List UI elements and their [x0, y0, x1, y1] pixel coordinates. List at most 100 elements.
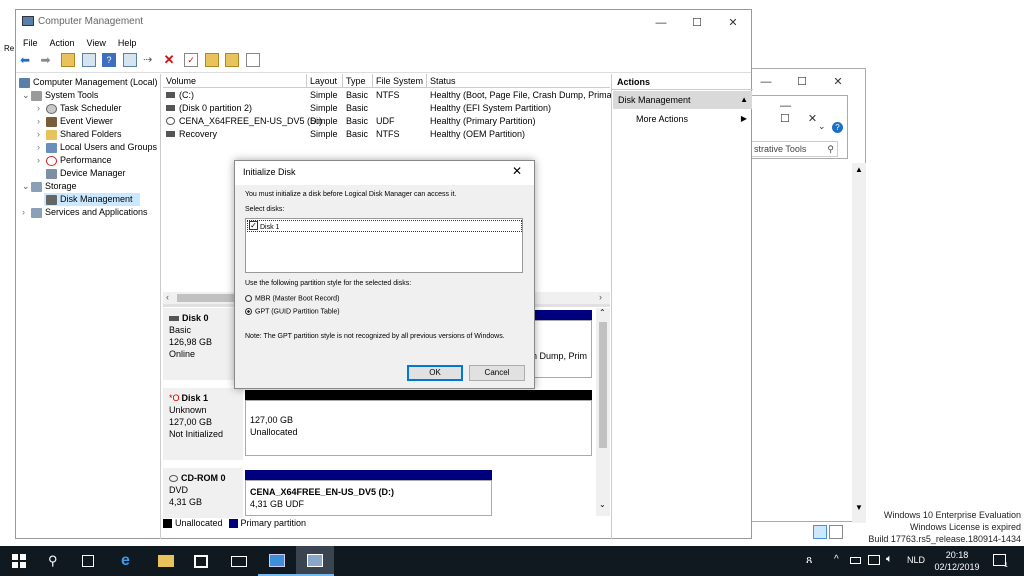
help-icon[interactable]: ?	[832, 122, 843, 133]
tree-item-performance[interactable]: › Performance	[37, 154, 112, 167]
start-windows-icon[interactable]	[12, 554, 26, 568]
search-icon[interactable]: ⚲	[48, 553, 64, 569]
check-icon[interactable]: ✓	[184, 53, 199, 67]
tree-item-system-tools[interactable]: ⌄ System Tools	[22, 89, 98, 102]
chevron-down-icon[interactable]: ⌄	[818, 121, 826, 132]
more-actions-item[interactable]: More Actions ▶	[613, 111, 752, 127]
close-button[interactable]: ✕	[715, 16, 751, 29]
background-scrollbar[interactable]: ▲ ▼	[852, 163, 866, 523]
mail-icon[interactable]	[231, 556, 247, 567]
menu-action[interactable]: Action	[50, 38, 75, 48]
chevron-down-icon[interactable]: ⌄	[22, 89, 31, 102]
properties-icon[interactable]	[122, 53, 137, 67]
connect-icon[interactable]: ⇢	[143, 53, 157, 67]
background-window-1-controls[interactable]: — ☐ ✕	[748, 75, 866, 88]
volume-row[interactable]: (Disk 0 partition 2) Simple Basic Health…	[163, 102, 610, 115]
disk-map-scrollbar[interactable]: ⌃ ⌄	[596, 308, 610, 516]
back-icon[interactable]: ⬅	[20, 53, 34, 67]
up-folder-icon[interactable]	[61, 53, 76, 67]
disk-0-label[interactable]: Disk 0 Basic 126,98 GB Online	[163, 308, 243, 380]
tree-item-services[interactable]: › Services and Applications	[22, 206, 148, 219]
collapse-icon[interactable]: ▲	[740, 91, 748, 109]
show-hidden-icons[interactable]: ^	[834, 554, 839, 565]
help-book-icon[interactable]: ?	[102, 53, 117, 67]
disk-1-label[interactable]: *O Disk 1 Unknown 127,00 GB Not Initializ…	[163, 388, 243, 460]
file-explorer-icon[interactable]	[158, 555, 174, 567]
maximize-button[interactable]: ☐	[679, 16, 715, 29]
task-view-icon[interactable]	[82, 555, 94, 567]
column-type[interactable]: Type	[343, 74, 373, 88]
disk-checkbox[interactable]: ✓	[249, 221, 258, 230]
menu-view[interactable]: View	[87, 38, 106, 48]
volume-icon[interactable]: 🔈︎	[886, 553, 893, 566]
column-file-system[interactable]: File System	[373, 74, 427, 88]
disk-selection-list[interactable]: ✓ Disk 1	[245, 218, 523, 273]
tree-item-local-users[interactable]: › Local Users and Groups	[37, 141, 157, 154]
maximize-icon[interactable]: ☐	[784, 75, 820, 88]
menu-help[interactable]: Help	[118, 38, 137, 48]
chevron-right-icon[interactable]: ›	[37, 154, 46, 167]
tree-item-device-manager[interactable]: Device Manager	[46, 167, 126, 180]
cdrom-label[interactable]: CD-ROM 0 DVD 4,31 GB	[163, 468, 243, 518]
actions-section-disk-management[interactable]: Disk Management ▲	[613, 91, 752, 109]
scroll-up-icon[interactable]: ▲	[855, 165, 863, 174]
network-icon[interactable]	[868, 555, 880, 565]
minimize-icon[interactable]: —	[748, 76, 784, 88]
chevron-right-icon[interactable]: ›	[22, 206, 31, 219]
view-icon[interactable]	[245, 53, 260, 67]
gpt-option[interactable]: GPT (GUID Partition Table)	[245, 308, 340, 315]
taskbar-app-computer-management[interactable]	[258, 546, 296, 576]
delete-icon[interactable]: ✕	[164, 53, 178, 67]
folder-icon[interactable]	[204, 53, 219, 67]
volume-row[interactable]: CENA_X64FREE_EN-US_DV5 (D:) Simple Basic…	[163, 115, 610, 128]
view-toggle-1[interactable]	[813, 525, 827, 539]
clock[interactable]: 20:18 02/12/2019	[932, 549, 982, 573]
close-icon[interactable]: ✕	[820, 75, 856, 88]
ok-button[interactable]: OK	[407, 365, 463, 381]
column-status[interactable]: Status	[427, 74, 610, 88]
language-indicator[interactable]: NLD	[907, 555, 925, 565]
cancel-button[interactable]: Cancel	[469, 365, 525, 381]
title-bar[interactable]: Computer Management — ☐ ✕	[16, 10, 751, 34]
tree-item-task-scheduler[interactable]: › Task Scheduler	[37, 102, 122, 115]
scroll-thumb[interactable]	[599, 322, 607, 448]
tree-item-computer-management[interactable]: Computer Management (Local)	[19, 76, 158, 89]
tree-item-shared-folders[interactable]: › Shared Folders	[37, 128, 122, 141]
dialog-title-bar[interactable]: Initialize Disk ✕	[235, 161, 534, 185]
scroll-left-icon[interactable]: ‹	[166, 292, 169, 302]
store-icon[interactable]	[194, 555, 208, 568]
people-icon[interactable]: ጸ	[806, 554, 812, 567]
chevron-right-icon[interactable]: ›	[37, 102, 46, 115]
view-toggle-2[interactable]	[829, 525, 843, 539]
tree-item-disk-management[interactable]: Disk Management	[44, 193, 140, 206]
scroll-up-icon[interactable]: ⌃	[599, 308, 606, 317]
chevron-right-icon[interactable]: ›	[37, 115, 46, 128]
disk-1-partition[interactable]: 127,00 GB Unallocated	[245, 400, 592, 456]
taskbar-app-disk-management[interactable]	[296, 546, 334, 576]
menu-file[interactable]: File	[23, 38, 38, 48]
mbr-radio[interactable]	[245, 295, 252, 302]
chevron-right-icon[interactable]: ›	[37, 141, 46, 154]
cdrom-partition[interactable]: CENA_X64FREE_EN-US_DV5 (D:) 4,31 GB UDF	[245, 480, 492, 516]
show-hide-tree-icon[interactable]	[81, 53, 96, 67]
column-layout[interactable]: Layout	[307, 74, 343, 88]
disk-list-item[interactable]: ✓ Disk 1	[247, 220, 522, 232]
edge-browser-icon[interactable]: e	[121, 553, 137, 569]
forward-icon[interactable]: ➡	[41, 53, 55, 67]
chevron-down-icon[interactable]: ⌄	[22, 180, 31, 193]
volume-row[interactable]: (C:) Simple Basic NTFS Healthy (Boot, Pa…	[163, 89, 612, 102]
battery-icon[interactable]	[850, 557, 861, 564]
tree-item-storage[interactable]: ⌄ Storage	[22, 180, 77, 193]
scroll-down-icon[interactable]: ⌄	[599, 500, 606, 509]
tree-item-event-viewer[interactable]: › Event Viewer	[37, 115, 113, 128]
background-search-box[interactable]: strative Tools ⚲	[752, 141, 838, 157]
scroll-right-icon[interactable]: ›	[599, 292, 602, 302]
mbr-option[interactable]: MBR (Master Boot Record)	[245, 295, 339, 302]
volume-row[interactable]: Recovery Simple Basic NTFS Healthy (OEM …	[163, 128, 610, 141]
column-volume[interactable]: Volume	[163, 74, 307, 88]
gpt-radio[interactable]	[245, 308, 252, 315]
search-folder-icon[interactable]	[225, 53, 240, 67]
minimize-button[interactable]: —	[643, 17, 679, 29]
chevron-right-icon[interactable]: ›	[37, 128, 46, 141]
dialog-close-button[interactable]: ✕	[505, 164, 529, 180]
